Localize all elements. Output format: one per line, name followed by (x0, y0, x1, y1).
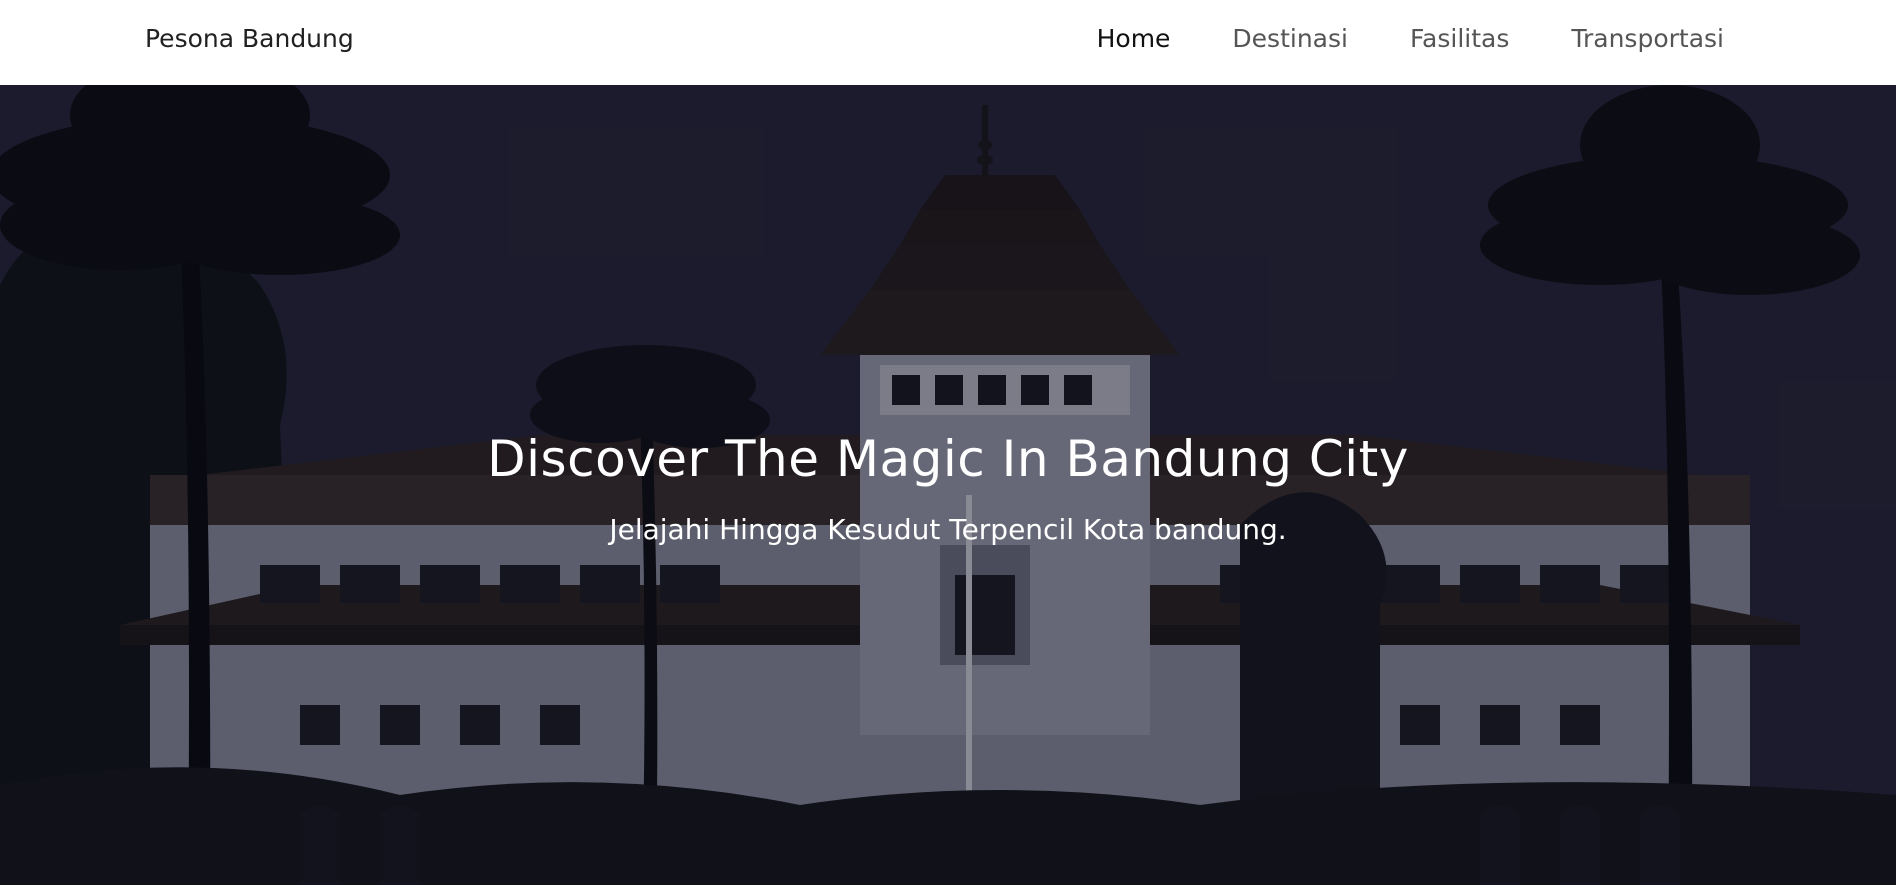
nav-link-home[interactable]: Home (1097, 24, 1171, 53)
main-nav: Home Destinasi Fasilitas Transportasi (1097, 24, 1724, 53)
hero-subtitle: Jelajahi Hingga Kesudut Terpencil Kota b… (609, 513, 1287, 546)
brand-logo-link[interactable]: Pesona Bandung (145, 24, 354, 53)
hero-title: Discover The Magic In Bandung City (487, 430, 1409, 488)
nav-link-destinasi[interactable]: Destinasi (1232, 24, 1348, 53)
hero-section: Discover The Magic In Bandung City Jelaj… (0, 85, 1896, 885)
nav-link-fasilitas[interactable]: Fasilitas (1410, 24, 1509, 53)
nav-link-transportasi[interactable]: Transportasi (1571, 24, 1724, 53)
top-navbar: Pesona Bandung Home Destinasi Fasilitas … (0, 0, 1896, 85)
